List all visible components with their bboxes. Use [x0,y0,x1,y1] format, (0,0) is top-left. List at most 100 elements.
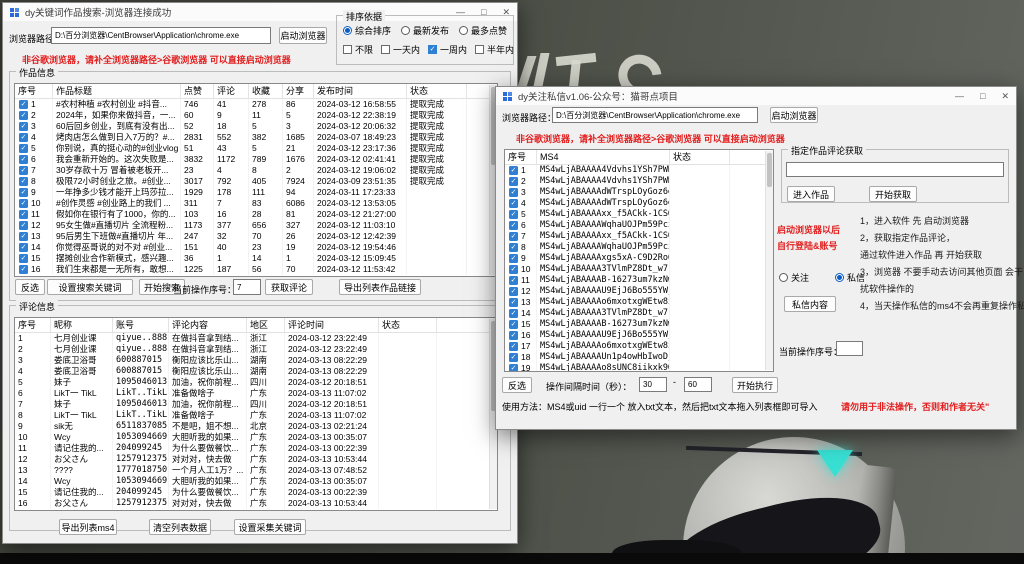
comments-column-header[interactable]: 状态 [379,318,437,332]
comments-row[interactable]: 2七月创业课qiyue..888在做抖音拿到结...浙江2024-03-12 2… [15,344,497,355]
maximize-icon[interactable]: □ [980,91,985,101]
checkbox-checked-icon[interactable]: ✓ [509,166,518,175]
checkbox-checked-icon[interactable]: ✓ [19,254,28,263]
checkbox-checked-icon[interactable]: ✓ [509,221,518,230]
checkbox-checked-icon[interactable]: ✓ [509,243,518,252]
works-row[interactable]: ✓10#创作灵感 #创业路上的我们 ...31178360862024-03-1… [15,198,497,209]
works-row[interactable]: ✓5你别说，真的挺心动的#创业vlog51435212024-03-12 23:… [15,143,497,154]
radio-icon[interactable] [401,26,410,35]
works-row[interactable]: ✓14你觉得巫哥说的对不对 #创业...1514023192024-03-12 … [15,242,497,253]
checkbox-checked-icon[interactable]: ✓ [19,144,28,153]
radio-selected-icon[interactable] [343,26,352,35]
invert-selection-button[interactable]: 反选 [15,279,45,295]
set-collect-keyword-button[interactable]: 设置采集关键词 [234,519,306,535]
works-row[interactable]: ✓15摆摊创业合作新模式，感兴趣...3611412024-03-12 15:0… [15,253,497,264]
ms4-column-header[interactable]: 状态 [670,150,730,164]
export-ms4-button[interactable]: 导出列表ms4 [59,519,117,535]
checkbox-checked-icon[interactable]: ✓ [19,243,28,252]
set-search-keyword-button[interactable]: 设置搜索关键词 [47,279,133,295]
comments-column-header[interactable]: 评论内容 [169,318,247,332]
works-column-header[interactable]: 作品标题 [53,84,181,98]
comments-row[interactable]: 6LikT一 TikLLikT..TikL准备做啥子广东2024-03-13 1… [15,388,497,399]
radio-icon[interactable] [779,273,788,282]
ms4-row[interactable]: ✓9MS4wLjABAAAAxgs5xA-C9D2Ro6... [505,253,773,264]
launch-browser-button[interactable]: 启动浏览器 [279,27,327,44]
ms4-row[interactable]: ✓18MS4wLjABAAAAUn1p4owHbIwoDj... [505,352,773,363]
radio-selected-icon[interactable] [835,273,844,282]
ms4-row[interactable]: ✓7MS4wLjABAAAAxx_f5ACkk-1CSQ... [505,231,773,242]
start-fetch-button[interactable]: 开始获取 [869,186,917,202]
comments-row[interactable]: 8LikT一 TikLLikT..TikL准备做啥子广东2024-03-13 1… [15,410,497,421]
comments-row[interactable]: 7妹子1095046013加油，祝你前程...四川2024-03-12 20:1… [15,399,497,410]
comments-row[interactable]: 3娄底卫浴哥600887015衡阳应该比乐山...湖南2024-03-13 08… [15,355,497,366]
checkbox-icon[interactable] [381,45,390,54]
works-row[interactable]: ✓1395后男生下班做#直播切片 年...2473270262024-03-12… [15,231,497,242]
checkbox-checked-icon[interactable]: ✓ [19,100,28,109]
close-icon[interactable]: ✕ [1001,91,1009,102]
ms4-row[interactable]: ✓8MS4wLjABAAAAWqhaUOJPm59Pcz... [505,242,773,253]
get-comments-button[interactable]: 获取评论 [265,279,313,295]
comments-row[interactable]: 15请记住我的...204099245为什么要做餐饮...广东2024-03-1… [15,487,497,498]
checkbox-checked-icon[interactable]: ✓ [509,287,518,296]
checkbox-checked-icon[interactable]: ✓ [509,276,518,285]
clear-list-button[interactable]: 清空列表数据 [149,519,211,535]
ms4-row[interactable]: ✓5MS4wLjABAAAAxx_f5ACkk-1CSQ... [505,209,773,220]
ms4-row[interactable]: ✓2MS4wLjABAAAA4Vdvhs1YSh7PWK... [505,176,773,187]
checkbox-checked-icon[interactable]: ✓ [428,45,437,54]
checkbox-icon[interactable] [343,45,352,54]
minimize-icon[interactable]: — [955,91,964,101]
ms4-scrollbar-thumb[interactable] [767,153,772,187]
checkbox-checked-icon[interactable]: ✓ [509,353,518,362]
checkbox-checked-icon[interactable]: ✓ [509,309,518,318]
checkbox-checked-icon[interactable]: ✓ [509,265,518,274]
checkbox-checked-icon[interactable]: ✓ [509,364,518,372]
checkbox-checked-icon[interactable]: ✓ [509,210,518,219]
works-column-header[interactable]: 分享 [283,84,314,98]
ms4-row[interactable]: ✓4MS4wLjABAAAAdWTrspLOyGoz6e... [505,198,773,209]
checkbox-checked-icon[interactable]: ✓ [19,221,28,230]
ms4-row[interactable]: ✓1MS4wLjABAAAA4Vdvhs1YSh7PWK... [505,165,773,176]
comments-row[interactable]: 16お父さん1257912375对对对，快去做广东2024-03-13 10:5… [15,498,497,509]
comments-column-header[interactable]: 地区 [247,318,285,332]
checkbox-checked-icon[interactable]: ✓ [19,199,28,208]
checkbox-checked-icon[interactable]: ✓ [509,342,518,351]
sort-radio-option[interactable]: 最多点赞 [459,24,507,37]
current-op-input[interactable] [836,341,863,356]
works-row[interactable]: ✓360后回乡创业，到底有没有出...5218532024-03-12 20:0… [15,121,497,132]
comments-row[interactable]: 13????1777018750一个月人工1万？...广东2024-03-13 … [15,465,497,476]
works-row[interactable]: ✓11假如你在银行有了1000，你的...1031628812024-03-12… [15,209,497,220]
works-column-header[interactable]: 发布时间 [314,84,407,98]
radio-icon[interactable] [459,26,468,35]
comments-row[interactable]: 14Wcy1053094669大胆听我的如果...广东2024-03-13 00… [15,476,497,487]
ms4-row[interactable]: ✓14MS4wLjABAAAA3TVlmPZ8Dt_w7r... [505,308,773,319]
works-row[interactable]: ✓9一年挣多少钱才能开上玛莎拉...1929178111942024-03-11… [15,187,497,198]
browser-path-input[interactable]: D:\百分浏览器\CentBrowser\Application\chrome.… [51,27,271,44]
checkbox-checked-icon[interactable]: ✓ [19,122,28,131]
ms4-row[interactable]: ✓13MS4wLjABAAAAo6mxotxgWEtw8z... [505,297,773,308]
time-filter-option[interactable]: 不限 [343,43,373,56]
comments-row[interactable]: 11请记住我的...204099245为什么要做餐饮...广东2024-03-1… [15,443,497,454]
comments-column-header[interactable]: 评论时间 [285,318,379,332]
works-column-header[interactable]: 序号 [15,84,53,98]
checkbox-checked-icon[interactable]: ✓ [19,210,28,219]
window2-titlebar[interactable]: dy关注私信v1.06-公众号：猫哥点项目 — □ ✕ [496,87,1016,105]
works-row[interactable]: ✓1#农村种植 #农村创业 #抖音...74641278862024-03-12… [15,99,497,110]
launch-browser-button[interactable]: 启动浏览器 [770,107,818,123]
comments-column-header[interactable]: 昵称 [51,318,113,332]
interval-max-input[interactable]: 60 [684,377,712,392]
comments-row[interactable]: 5妹子1095046013加油，祝你前程...四川2024-03-12 20:1… [15,377,497,388]
sort-radio-option[interactable]: 综合排序 [343,24,391,37]
checkbox-checked-icon[interactable]: ✓ [509,177,518,186]
works-row[interactable]: ✓8极限72小时创业之旅。#创业...301779240579242024-03… [15,176,497,187]
checkbox-checked-icon[interactable]: ✓ [509,199,518,208]
invert-selection-button[interactable]: 反选 [502,377,532,393]
time-filter-option[interactable]: 半年内 [475,43,514,56]
ms4-row[interactable]: ✓11MS4wLjABAAAAB-16273um7kzNw... [505,275,773,286]
ms4-row[interactable]: ✓19MS4wLjABAAAAo8sUNC8iikxk9O... [505,363,773,372]
ms4-row[interactable]: ✓15MS4wLjABAAAAB-16273um7kzNw... [505,319,773,330]
fetch-input[interactable] [786,162,1004,177]
checkbox-checked-icon[interactable]: ✓ [19,111,28,120]
checkbox-checked-icon[interactable]: ✓ [509,298,518,307]
time-filter-option[interactable]: ✓一周内 [428,43,467,56]
browser-path-input[interactable]: D:\百分浏览器\CentBrowser\Application\chrome.… [552,107,758,123]
